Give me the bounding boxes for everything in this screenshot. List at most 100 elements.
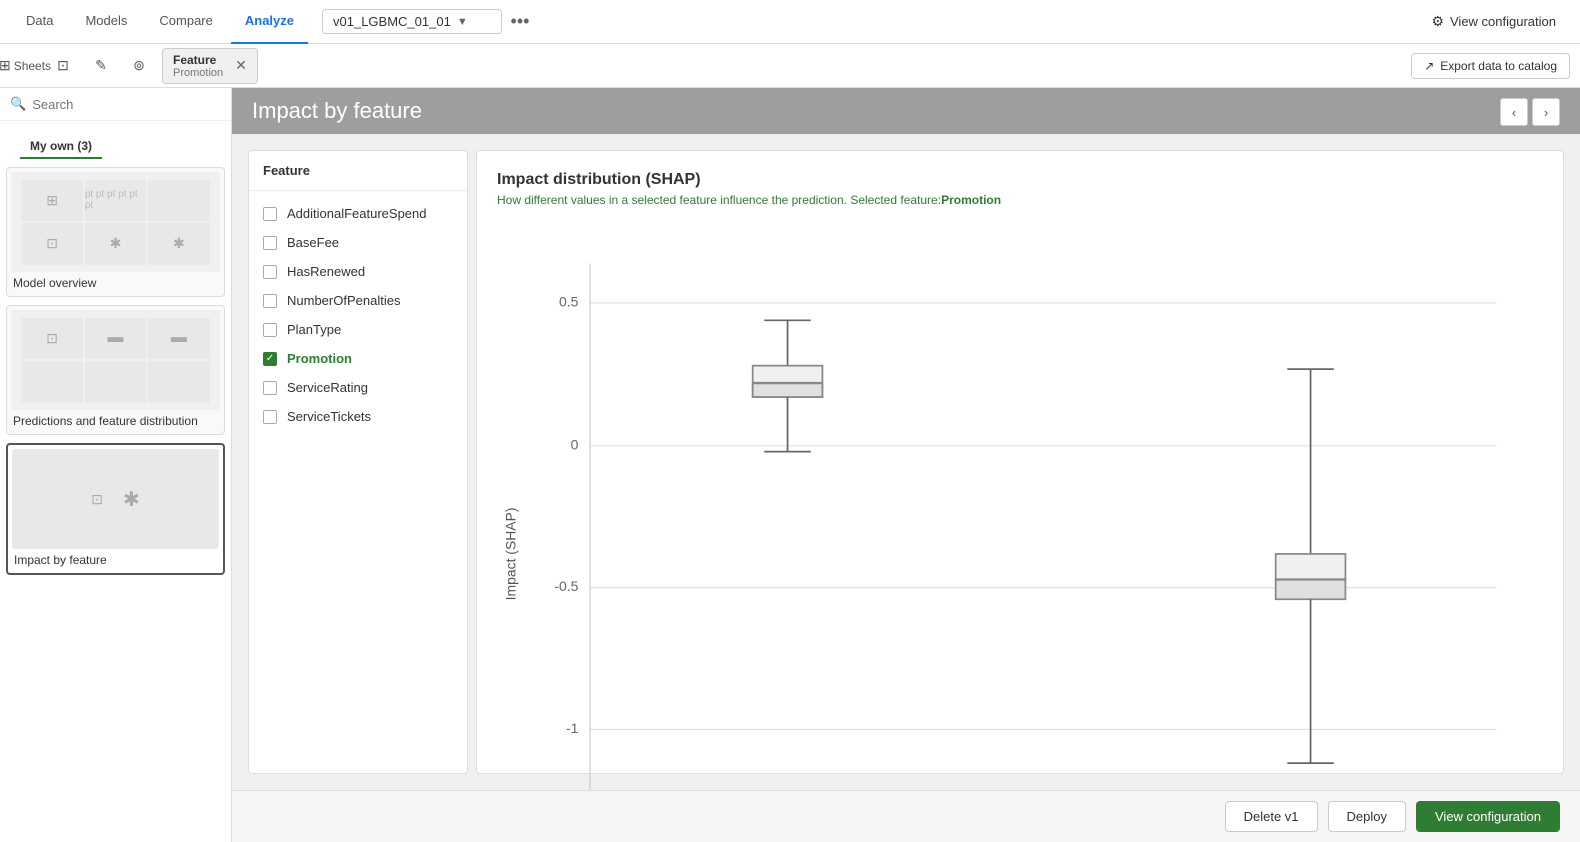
sheet-label-model-overview: Model overview bbox=[11, 272, 220, 292]
thumb-icon-left: ⊡ bbox=[91, 491, 103, 508]
sheets-icon: ⊞ bbox=[0, 57, 11, 74]
page-header-wrapper: Impact distribution (SHAP) Impact by fea… bbox=[232, 88, 1580, 134]
my-own-section-label: My own (3) bbox=[20, 131, 102, 159]
view-config-label: View configuration bbox=[1450, 14, 1556, 29]
more-options-button[interactable]: ••• bbox=[506, 8, 534, 36]
feature-item-numberofpenalties[interactable]: NumberOfPenalties bbox=[249, 286, 467, 315]
chart-title: Impact distribution (SHAP) bbox=[497, 171, 1543, 189]
sheets-label: Sheets bbox=[14, 59, 51, 73]
tab-title: Feature bbox=[173, 53, 223, 67]
feature-checkbox-additionalfeaturespend[interactable] bbox=[263, 207, 277, 221]
thumb-cell: pt pt pt pt pt pt bbox=[85, 180, 146, 222]
prev-arrow-button[interactable]: ‹ bbox=[1500, 98, 1528, 126]
feature-panel: Feature AdditionalFeatureSpend BaseFee H… bbox=[248, 150, 468, 774]
feature-checkbox-servicetickets[interactable] bbox=[263, 410, 277, 424]
feature-name-numberofpenalties: NumberOfPenalties bbox=[287, 293, 400, 308]
sheet-thumbnail-predictions: ⊡ ▬ ▬ bbox=[11, 310, 220, 410]
feature-name-plantype: PlanType bbox=[287, 322, 341, 337]
search-icon: 🔍 bbox=[10, 96, 26, 112]
thumb-cell: ⊡ bbox=[21, 318, 82, 360]
active-tab-pill: Feature Promotion ✕ bbox=[162, 48, 258, 84]
feature-name-additionalfeaturespend: AdditionalFeatureSpend bbox=[287, 206, 427, 221]
next-arrow-button[interactable]: › bbox=[1532, 98, 1560, 126]
feature-item-hasrenewed[interactable]: HasRenewed bbox=[249, 257, 467, 286]
view-configuration-button-bottom[interactable]: View configuration bbox=[1416, 801, 1560, 832]
feature-item-servicetickets[interactable]: ServiceTickets bbox=[249, 402, 467, 431]
feature-name-promotion: Promotion bbox=[287, 351, 352, 366]
feature-checkbox-promotion[interactable]: ✓ bbox=[263, 352, 277, 366]
chart-area: Impact distribution (SHAP) How different… bbox=[476, 150, 1564, 774]
tab-close-button[interactable]: ✕ bbox=[235, 57, 247, 74]
sheet-card-impact[interactable]: ⊡ ✱ Impact by feature bbox=[6, 443, 225, 575]
feature-item-promotion[interactable]: ✓ Promotion bbox=[249, 344, 467, 373]
feature-checkbox-servicerating[interactable] bbox=[263, 381, 277, 395]
model-selector-value: v01_LGBMC_01_01 bbox=[333, 14, 451, 29]
nav-tab-data[interactable]: Data bbox=[12, 0, 67, 44]
nav-tab-analyze[interactable]: Analyze bbox=[231, 0, 308, 44]
sheets-container: ⊞ pt pt pt pt pt pt ⊡ ✱ ✱ Model overview… bbox=[0, 159, 231, 842]
search-box: 🔍 bbox=[0, 88, 231, 121]
search-input[interactable] bbox=[32, 97, 221, 112]
feature-checkbox-numberofpenalties[interactable] bbox=[263, 294, 277, 308]
feature-list: AdditionalFeatureSpend BaseFee HasRenewe… bbox=[249, 191, 467, 439]
top-nav: Data Models Compare Analyze v01_LGBMC_01… bbox=[0, 0, 1580, 44]
no-box-lower bbox=[753, 383, 823, 397]
sheets-button[interactable]: ⊞ Sheets bbox=[10, 51, 40, 81]
thumb-cell bbox=[85, 361, 146, 403]
chart-subtitle: How different values in a selected featu… bbox=[497, 193, 1543, 207]
feature-name-basefee: BaseFee bbox=[287, 235, 339, 250]
feature-name-servicerating: ServiceRating bbox=[287, 380, 368, 395]
thumb-cell: ✱ bbox=[85, 223, 146, 265]
sheet-card-predictions[interactable]: ⊡ ▬ ▬ Predictions and feature distributi… bbox=[6, 305, 225, 435]
thumb-cell: ▬ bbox=[85, 318, 146, 360]
y-tick-minus1: -1 bbox=[566, 720, 579, 736]
feature-item-plantype[interactable]: PlanType bbox=[249, 315, 467, 344]
thumb-cell bbox=[148, 180, 209, 222]
thumb-cell: ✱ bbox=[148, 223, 209, 265]
feature-item-basefee[interactable]: BaseFee bbox=[249, 228, 467, 257]
page-title-visible: Impact by feature bbox=[252, 98, 422, 124]
page-header: Impact distribution (SHAP) Impact by fea… bbox=[232, 88, 1580, 134]
thumb-cell: ▬ bbox=[148, 318, 209, 360]
feature-item-servicerating[interactable]: ServiceRating bbox=[249, 373, 467, 402]
sheet-card-model-overview[interactable]: ⊞ pt pt pt pt pt pt ⊡ ✱ ✱ Model overview bbox=[6, 167, 225, 297]
sliders-icon: ⚙ bbox=[1431, 13, 1444, 30]
yes-box-lower bbox=[1276, 579, 1346, 599]
boxplot-chart: 0.5 0 -0.5 -1 Impact (SHAP) bbox=[497, 227, 1543, 790]
export-label: Export data to catalog bbox=[1440, 59, 1557, 73]
settings-icon: ⊚ bbox=[133, 57, 145, 74]
export-button[interactable]: ↗ Export data to catalog bbox=[1411, 53, 1570, 79]
model-selector[interactable]: v01_LGBMC_01_01 ▼ bbox=[322, 9, 502, 34]
grid-icon-button[interactable]: ⊡ bbox=[48, 51, 78, 81]
feature-checkbox-basefee[interactable] bbox=[263, 236, 277, 250]
tab-subtitle: Promotion bbox=[173, 67, 223, 79]
view-configuration-button[interactable]: ⚙ View configuration bbox=[1419, 7, 1568, 36]
thumb-icon-center: ✱ bbox=[123, 487, 140, 512]
sheet-label-predictions: Predictions and feature distribution bbox=[11, 410, 220, 430]
y-tick-minus05: -0.5 bbox=[554, 578, 578, 594]
bottom-bar: Delete v1 Deploy View configuration bbox=[232, 790, 1580, 842]
more-icon: ••• bbox=[511, 11, 530, 32]
feature-item-additionalfeaturespend[interactable]: AdditionalFeatureSpend bbox=[249, 199, 467, 228]
feature-checkbox-plantype[interactable] bbox=[263, 323, 277, 337]
thumb-cell bbox=[148, 361, 209, 403]
deploy-button[interactable]: Deploy bbox=[1328, 801, 1406, 832]
grid-icon: ⊡ bbox=[57, 57, 69, 74]
feature-checkbox-hasrenewed[interactable] bbox=[263, 265, 277, 279]
y-axis-label: Impact (SHAP) bbox=[503, 507, 519, 600]
sheet-thumbnail-model-overview: ⊞ pt pt pt pt pt pt ⊡ ✱ ✱ bbox=[11, 172, 220, 272]
sidebar: 🔍 My own (3) ⊞ pt pt pt pt pt pt ⊡ ✱ ✱ bbox=[0, 88, 232, 842]
nav-tab-models[interactable]: Models bbox=[71, 0, 141, 44]
chart-subtitle-text: How different values in a selected featu… bbox=[497, 193, 941, 207]
chart-svg-container: 0.5 0 -0.5 -1 Impact (SHAP) bbox=[497, 227, 1543, 790]
chevron-down-icon: ▼ bbox=[457, 16, 491, 28]
thumb-cell: ⊡ bbox=[21, 223, 82, 265]
sheet-thumbnail-impact: ⊡ ✱ bbox=[12, 449, 219, 549]
y-tick-0: 0 bbox=[571, 436, 579, 452]
settings-icon-button[interactable]: ⊚ bbox=[124, 51, 154, 81]
delete-button[interactable]: Delete v1 bbox=[1225, 801, 1318, 832]
feature-name-hasrenewed: HasRenewed bbox=[287, 264, 365, 279]
edit-icon-button[interactable]: ✎ bbox=[86, 51, 116, 81]
sheet-label-impact: Impact by feature bbox=[12, 549, 219, 569]
nav-tab-compare[interactable]: Compare bbox=[145, 0, 226, 44]
